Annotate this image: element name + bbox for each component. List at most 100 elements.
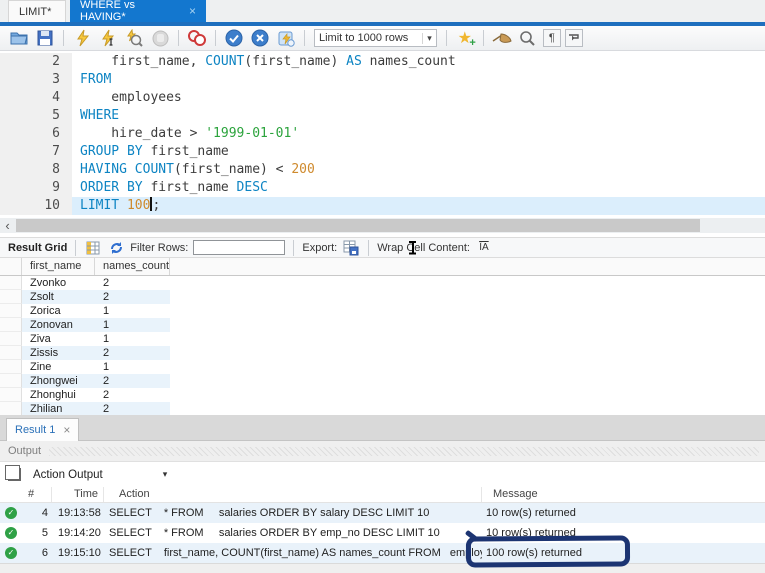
execute-current-icon[interactable] — [97, 28, 119, 48]
output-row[interactable]: ✓419:13:58SELECT * FROM salaries ORDER B… — [0, 503, 765, 523]
row-header-cell[interactable] — [0, 346, 22, 360]
code-line[interactable]: 8HAVING COUNT(first_name) < 200 — [0, 161, 765, 179]
cell-names-count[interactable]: 1 — [95, 318, 170, 332]
find-icon[interactable] — [517, 28, 539, 48]
cell-names-count[interactable]: 2 — [95, 388, 170, 402]
wrap-text-icon[interactable] — [565, 29, 583, 47]
editor-horizontal-scrollbar[interactable]: ‹ — [0, 218, 765, 233]
cell-names-count[interactable]: 1 — [95, 360, 170, 374]
cell-names-count[interactable]: 1 — [95, 304, 170, 318]
invisibles-icon[interactable]: ¶ — [543, 29, 561, 47]
code-text[interactable]: GROUP BY first_name — [72, 143, 765, 161]
table-row[interactable]: Zorica1 — [0, 304, 765, 318]
code-line[interactable]: 6 hire_date > '1999-01-01' — [0, 125, 765, 143]
stop-on-error-icon[interactable] — [186, 28, 208, 48]
panel-grip-texture[interactable] — [49, 447, 759, 456]
limit-dropdown[interactable]: Limit to 1000 rows ▾ — [314, 29, 437, 47]
code-line[interactable]: 9ORDER BY first_name DESC — [0, 179, 765, 197]
output-row[interactable]: ✓619:15:10SELECT first_name, COUNT(first… — [0, 543, 765, 563]
tab-result-1[interactable]: Result 1 × — [6, 418, 79, 441]
table-row[interactable]: Zonovan1 — [0, 318, 765, 332]
table-row[interactable]: Zhonghui2 — [0, 388, 765, 402]
scroll-left-arrow-icon[interactable]: ‹ — [0, 218, 15, 233]
chevron-down-icon[interactable]: ▾ — [422, 33, 432, 44]
filter-rows-input[interactable] — [193, 240, 285, 255]
cell-first-name[interactable]: Zine — [22, 360, 95, 374]
cell-first-name[interactable]: Zonovan — [22, 318, 95, 332]
table-row[interactable]: Zsolt2 — [0, 290, 765, 304]
cell-first-name[interactable]: Zvonko — [22, 276, 95, 290]
column-header-first-name[interactable]: first_name — [22, 258, 95, 275]
execute-icon[interactable] — [71, 28, 93, 48]
close-icon[interactable]: × — [63, 423, 70, 437]
stop-icon[interactable] — [149, 28, 171, 48]
close-icon[interactable]: × — [189, 4, 196, 18]
cell-first-name[interactable]: Zhonghui — [22, 388, 95, 402]
table-row[interactable]: Zine1 — [0, 360, 765, 374]
row-header-cell[interactable] — [0, 276, 22, 290]
scrollbar-thumb[interactable] — [16, 219, 700, 232]
code-line[interactable]: 10LIMIT 100; — [0, 197, 765, 215]
output-panel-header[interactable]: Output — [0, 441, 765, 462]
code-text[interactable]: first_name, COUNT(first_name) AS names_c… — [72, 53, 765, 71]
export-icon[interactable] — [342, 240, 360, 256]
cell-names-count[interactable]: 2 — [95, 402, 170, 415]
table-row[interactable]: Zhongwei2 — [0, 374, 765, 388]
output-view-dropdown[interactable]: Action Output ▾ — [33, 469, 167, 481]
result-grid[interactable]: first_name names_count Zvonko2Zsolt2Zori… — [0, 258, 765, 415]
save-icon[interactable] — [34, 28, 56, 48]
cell-names-count[interactable]: 2 — [95, 346, 170, 360]
sql-editor[interactable]: 2 first_name, COUNT(first_name) AS names… — [0, 51, 765, 218]
row-header-cell[interactable] — [0, 402, 22, 415]
code-text[interactable]: HAVING COUNT(first_name) < 200 — [72, 161, 765, 179]
commit-icon[interactable] — [223, 28, 245, 48]
code-text[interactable]: ORDER BY first_name DESC — [72, 179, 765, 197]
cell-names-count[interactable]: 2 — [95, 290, 170, 304]
table-row[interactable]: Zissis2 — [0, 346, 765, 360]
cell-first-name[interactable]: Zorica — [22, 304, 95, 318]
explain-icon[interactable] — [123, 28, 145, 48]
row-header-cell[interactable] — [0, 318, 22, 332]
chevron-down-icon[interactable]: ▾ — [163, 469, 168, 480]
code-text[interactable]: FROM — [72, 71, 765, 89]
autocommit-icon[interactable] — [275, 28, 297, 48]
time-column-header[interactable]: Time — [52, 487, 104, 502]
tab-limit[interactable]: LIMIT* — [8, 0, 66, 22]
beautify-icon[interactable]: ★ + — [454, 28, 476, 48]
cell-first-name[interactable]: Zhilian — [22, 402, 95, 415]
cell-first-name[interactable]: Zissis — [22, 346, 95, 360]
row-header-cell[interactable] — [0, 374, 22, 388]
row-header-cell[interactable] — [0, 388, 22, 402]
row-header-cell[interactable] — [0, 290, 22, 304]
code-line[interactable]: 5WHERE — [0, 107, 765, 125]
code-text[interactable]: employees — [72, 89, 765, 107]
tab-where-vs-having[interactable]: WHERE vs HAVING* × — [70, 0, 206, 22]
message-column-header[interactable]: Message — [482, 487, 765, 502]
table-row[interactable]: Ziva1 — [0, 332, 765, 346]
code-text[interactable]: WHERE — [72, 107, 765, 125]
clear-icon[interactable] — [491, 28, 513, 48]
cell-names-count[interactable]: 2 — [95, 276, 170, 290]
code-line[interactable]: 7GROUP BY first_name — [0, 143, 765, 161]
cell-first-name[interactable]: Zhongwei — [22, 374, 95, 388]
refresh-icon[interactable] — [107, 240, 125, 256]
code-line[interactable]: 2 first_name, COUNT(first_name) AS names… — [0, 53, 765, 71]
code-line[interactable]: 4 employees — [0, 89, 765, 107]
rollback-icon[interactable] — [249, 28, 271, 48]
cell-first-name[interactable]: Ziva — [22, 332, 95, 346]
wrap-cell-content-icon[interactable]: ĪA — [475, 240, 493, 256]
action-column-header[interactable]: Action — [104, 487, 482, 502]
table-row[interactable]: Zhilian2 — [0, 402, 765, 415]
row-header-cell[interactable] — [0, 360, 22, 374]
row-header-cell[interactable] — [0, 332, 22, 346]
output-row[interactable]: ✓519:14:20SELECT * FROM salaries ORDER B… — [0, 523, 765, 543]
code-text[interactable]: LIMIT 100; — [72, 197, 765, 215]
open-script-icon[interactable] — [8, 28, 30, 48]
grid-corner-cell[interactable] — [0, 258, 22, 275]
row-header-cell[interactable] — [0, 304, 22, 318]
cell-names-count[interactable]: 1 — [95, 332, 170, 346]
code-text[interactable]: hire_date > '1999-01-01' — [72, 125, 765, 143]
num-column-header[interactable]: # — [22, 487, 52, 502]
grid-view-icon[interactable] — [84, 240, 102, 256]
cell-first-name[interactable]: Zsolt — [22, 290, 95, 304]
